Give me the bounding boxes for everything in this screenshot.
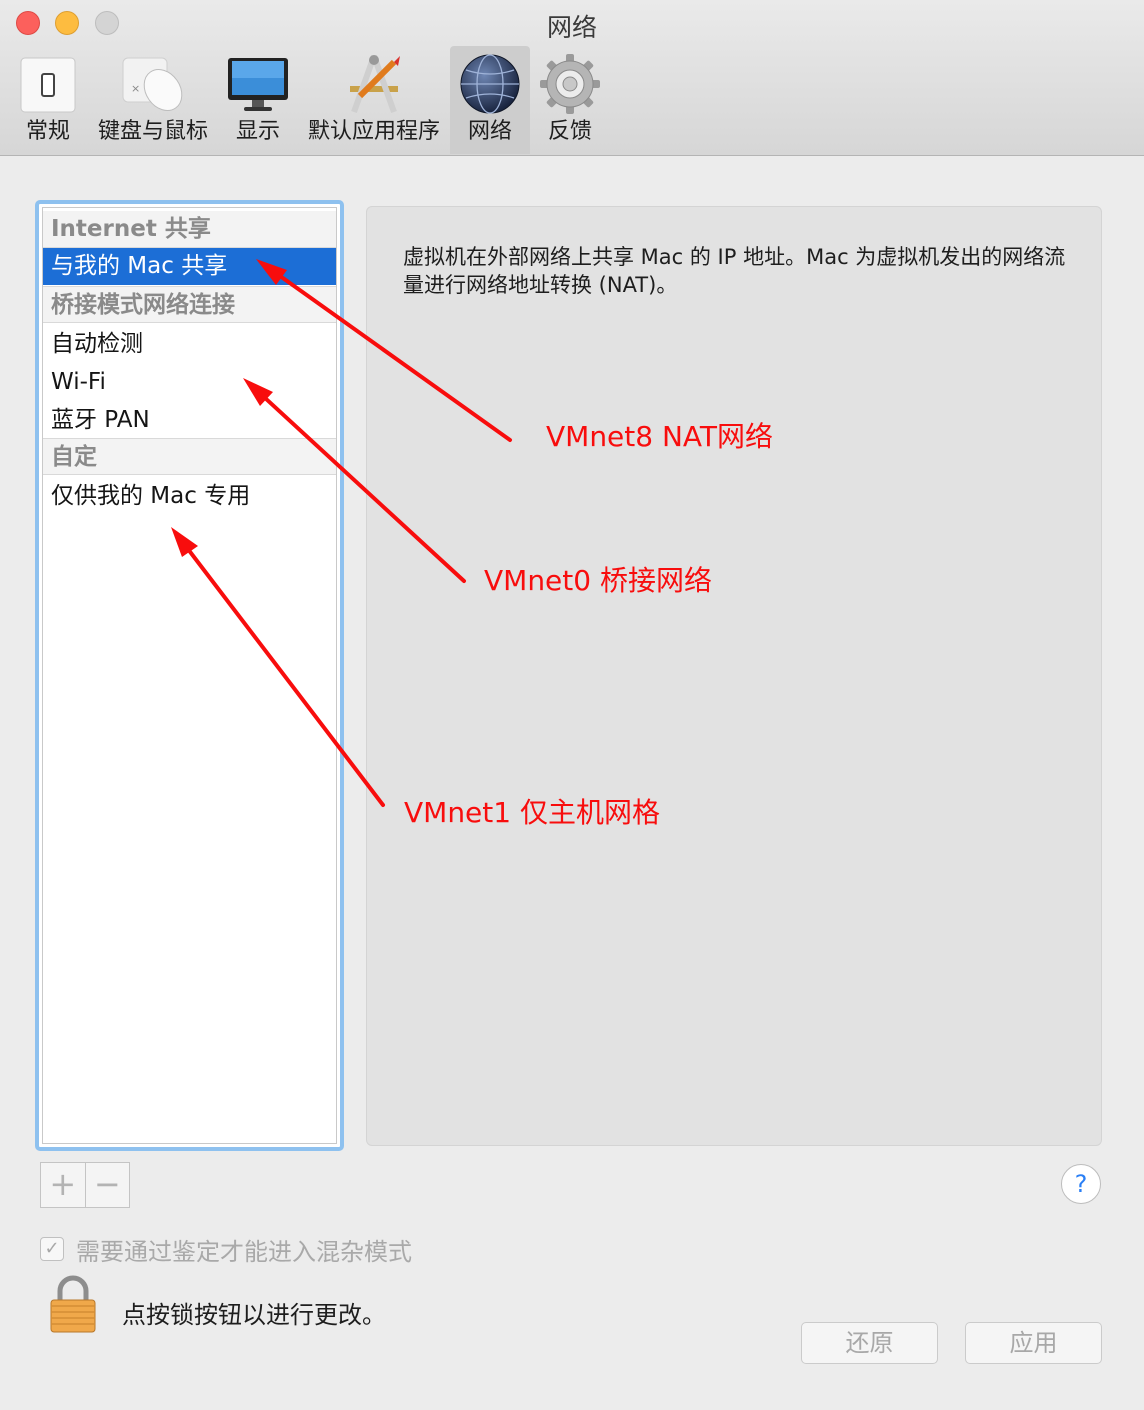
- lock-hint-text: 点按锁按钮以进行更改。: [122, 1301, 386, 1329]
- apply-button[interactable]: 应用: [965, 1322, 1102, 1364]
- annotation-arrow-hostonly: [176, 534, 385, 807]
- annotation-vmnet1: VMnet1 仅主机网格: [404, 796, 660, 829]
- promiscuous-mode-option[interactable]: ✓ 需要通过鉴定才能进入混杂模式: [40, 1233, 412, 1266]
- annotation-vmnet0: VMnet0 桥接网络: [484, 564, 712, 597]
- add-remove-buttons: + −: [40, 1162, 130, 1208]
- revert-button[interactable]: 还原: [801, 1322, 938, 1364]
- annotation-vmnet8: VMnet8 NAT网络: [546, 420, 774, 453]
- promiscuous-mode-label: 需要通过鉴定才能进入混杂模式: [76, 1237, 412, 1266]
- annotation-arrows: [171, 259, 512, 807]
- annotation-arrow-bridge: [250, 384, 466, 583]
- add-network-button[interactable]: +: [41, 1163, 85, 1207]
- annotation-arrowhead-hostonly: [171, 527, 198, 557]
- promiscuous-mode-checkbox[interactable]: ✓: [40, 1237, 64, 1261]
- remove-network-button[interactable]: −: [84, 1163, 130, 1207]
- lock-icon[interactable]: [48, 1275, 98, 1335]
- help-button[interactable]: ?: [1061, 1164, 1101, 1204]
- annotation-arrow-nat: [264, 264, 512, 442]
- annotation-arrowhead-nat: [256, 259, 287, 285]
